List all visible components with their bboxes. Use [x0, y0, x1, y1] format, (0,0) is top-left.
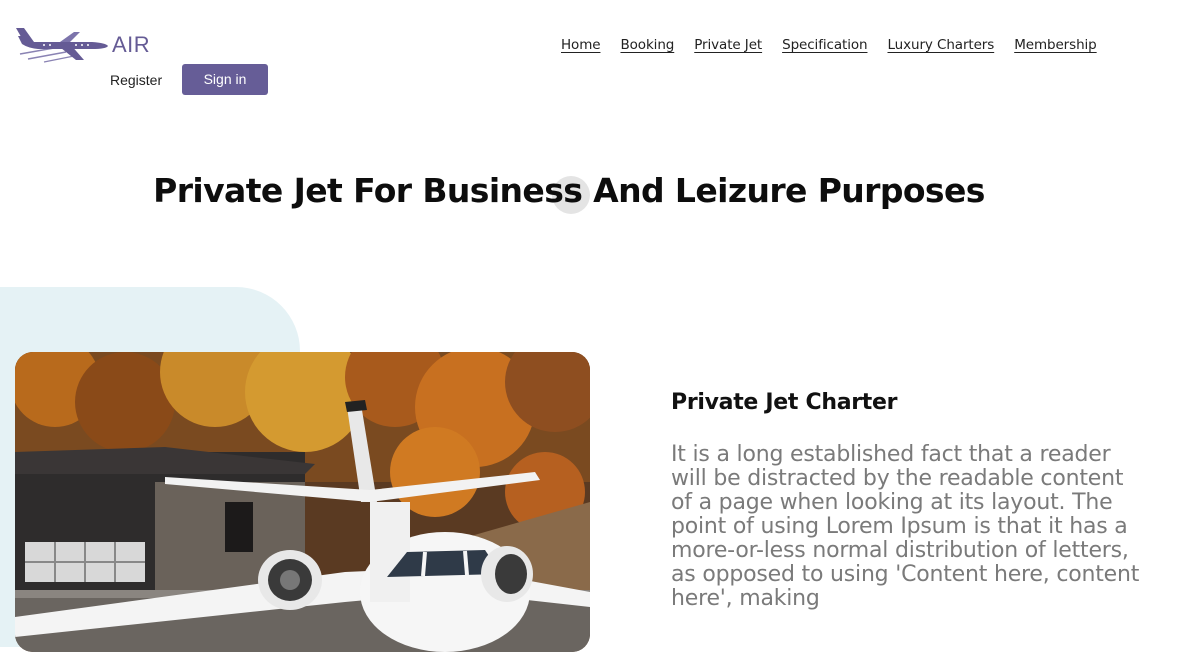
section-title: Private Jet Charter: [671, 390, 898, 415]
nav-private-jet[interactable]: Private Jet: [694, 37, 762, 53]
nav-specification[interactable]: Specification: [782, 37, 867, 53]
section-body: It is a long established fact that a rea…: [671, 442, 1140, 611]
main-nav: Home Booking Private Jet Specification L…: [561, 37, 1097, 53]
nav-luxury-charters[interactable]: Luxury Charters: [887, 37, 994, 53]
page-title: Private Jet For Business And Leizure Pur…: [153, 171, 985, 210]
logo[interactable]: AIR: [14, 24, 164, 64]
nav-home[interactable]: Home: [561, 37, 601, 53]
logo-text: AIR: [112, 32, 151, 57]
sign-in-button[interactable]: Sign in: [182, 64, 268, 95]
airplane-icon: [16, 28, 108, 63]
private-jet-photo: [15, 352, 590, 652]
register-link[interactable]: Register: [110, 72, 182, 88]
charter-info: Private Jet Charter It is a long establi…: [671, 390, 1141, 611]
auth-links: Register Sign in: [110, 64, 268, 95]
nav-membership[interactable]: Membership: [1014, 37, 1097, 53]
nav-booking[interactable]: Booking: [620, 37, 674, 53]
